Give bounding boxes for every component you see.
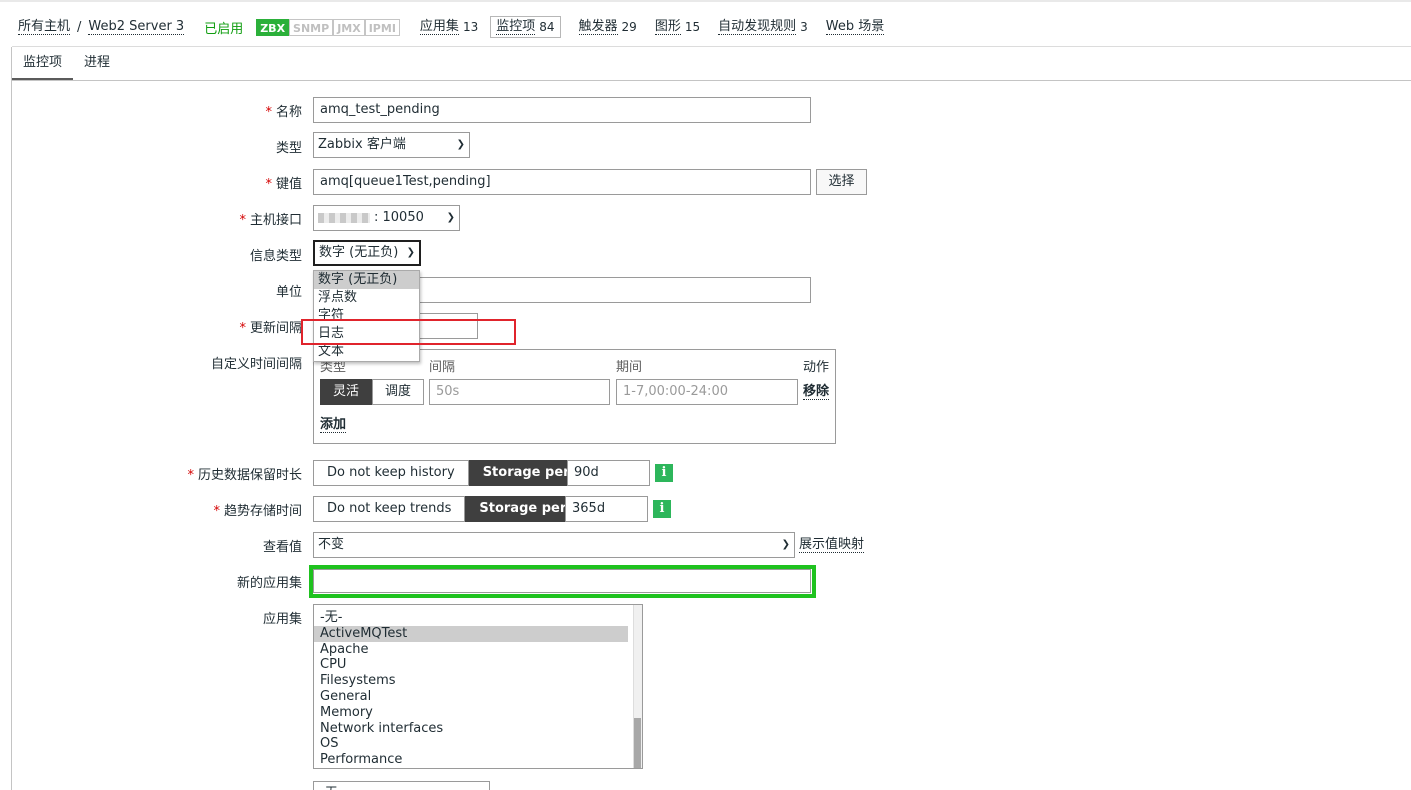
highlight-green-box: [309, 565, 816, 598]
form-tabs: 监控项 进程: [12, 47, 121, 80]
list-item[interactable]: Memory: [314, 705, 628, 721]
tab-discovery-rules[interactable]: 自动发现规则 3: [718, 19, 808, 35]
jmx-badge: JMX: [333, 18, 365, 36]
interface-label: * 主机接口: [239, 213, 302, 228]
option-numeric-unsigned[interactable]: 数字 (无正负): [314, 271, 419, 289]
info-type-dropdown: 数字 (无正负) 浮点数 字符 日志 文本: [313, 270, 420, 362]
breadcrumb-host[interactable]: Web2 Server 3: [88, 19, 185, 35]
list-item[interactable]: ActiveMQTest: [314, 625, 628, 642]
key-select-button[interactable]: 选择: [816, 169, 867, 195]
apps-label: 应用集: [262, 612, 302, 627]
tab-item[interactable]: 监控项: [12, 47, 74, 80]
custom-intervals-table: 类型 间隔 期间 动作 灵活 调度 50s 1-7,00:00-24:00 移除…: [313, 349, 836, 444]
info-type-select[interactable]: 数字 (无正负) ❯: [313, 240, 421, 266]
valuemap-select[interactable]: 不变 ❯: [313, 532, 795, 558]
name-input[interactable]: amq_test_pending: [313, 97, 811, 123]
option-text[interactable]: 文本: [314, 343, 419, 361]
add-interval-button[interactable]: 添加: [320, 417, 347, 433]
host-navigation: 所有主机 / Web2 Server 3 已启用 ZBX SNMP JMX IP…: [18, 15, 902, 39]
subtabs-top-border: [12, 46, 1411, 47]
custom-intervals-label: 自定义时间间隔: [210, 357, 302, 372]
info-type-label: 信息类型: [249, 249, 302, 264]
list-item[interactable]: Apache: [314, 642, 628, 658]
form-top-border: [12, 80, 1411, 81]
availability-badges: ZBX SNMP JMX IPMI: [256, 18, 400, 36]
host-status-enabled[interactable]: 已启用: [204, 18, 243, 37]
custom-interval-input[interactable]: 50s: [429, 379, 610, 405]
tab-web-scenarios[interactable]: Web 场景: [825, 19, 885, 35]
trends-input[interactable]: 365d: [565, 496, 648, 522]
tab-triggers[interactable]: 触发器 29: [578, 19, 637, 35]
host-tabs: 应用集 13 监控项 84 触发器 29 图形 15 自动发现规则 3 Web 场景: [419, 16, 902, 38]
scrollbar-thumb[interactable]: [634, 718, 641, 768]
history-input[interactable]: 90d: [567, 460, 650, 486]
col-period: 期间: [616, 360, 643, 375]
interval-label: * 更新间隔: [239, 321, 302, 336]
apps-listbox[interactable]: -无- ActiveMQTest Apache CPU Filesystems …: [313, 604, 643, 769]
show-valuemap-link[interactable]: 展示值映射: [799, 537, 865, 553]
snmp-badge: SNMP: [289, 18, 334, 36]
trends-mode-toggle: Do not keep trends Storage period: [313, 496, 603, 522]
history-no-keep-button[interactable]: Do not keep history: [313, 460, 469, 486]
custom-period-input[interactable]: 1-7,00:00-24:00: [616, 379, 798, 405]
masked-ip: [318, 213, 370, 223]
list-item[interactable]: CPU: [314, 657, 628, 673]
chevron-down-icon: ❯: [456, 139, 465, 150]
tab-graphs[interactable]: 图形 15: [654, 19, 700, 35]
breadcrumb-separator: /: [77, 19, 82, 35]
remove-interval-button[interactable]: 移除: [803, 384, 830, 400]
highlight-red-box: [301, 319, 516, 345]
tab-preprocessing[interactable]: 进程: [73, 47, 121, 80]
list-item[interactable]: Filesystems: [314, 673, 628, 689]
bottom-partial-select[interactable]: -无-: [313, 781, 490, 790]
option-float[interactable]: 浮点数: [314, 289, 419, 307]
interval-mode-toggle: 灵活 调度: [320, 379, 425, 405]
new-app-label: 新的应用集: [236, 576, 302, 591]
key-input[interactable]: amq[queue1Test,pending]: [313, 169, 811, 195]
type-select[interactable]: Zabbix 客户端 ❯: [313, 132, 470, 158]
key-label: * 键值: [265, 177, 302, 192]
breadcrumb-all-hosts[interactable]: 所有主机: [18, 19, 71, 35]
chevron-down-icon: ❯: [781, 539, 790, 550]
list-item[interactable]: Network interfaces: [314, 721, 628, 737]
col-interval: 间隔: [429, 360, 456, 375]
list-item[interactable]: -无-: [314, 610, 628, 626]
mode-scheduling[interactable]: 调度: [372, 379, 425, 405]
form-left-border: [11, 47, 12, 790]
trends-no-keep-button[interactable]: Do not keep trends: [313, 496, 466, 522]
mode-flexible[interactable]: 灵活: [320, 379, 373, 405]
chevron-down-icon: ❯: [446, 212, 455, 223]
tab-applications[interactable]: 应用集 13: [419, 19, 478, 35]
history-label: * 历史数据保留时长: [187, 468, 302, 483]
valuemap-label: 查看值: [262, 540, 302, 555]
col-action: 动作: [803, 360, 830, 375]
ipmi-badge: IPMI: [364, 18, 400, 36]
interface-select[interactable]: : 10050 ❯: [313, 205, 460, 231]
type-label: 类型: [275, 141, 302, 156]
history-mode-toggle: Do not keep history Storage period: [313, 460, 607, 486]
zbx-badge: ZBX: [256, 18, 290, 36]
top-border: [0, 0, 1411, 2]
chevron-down-icon: ❯: [406, 247, 415, 258]
tab-items[interactable]: 监控项 84: [490, 16, 561, 38]
units-label: 单位: [275, 285, 302, 300]
list-item[interactable]: OS: [314, 736, 628, 752]
info-icon[interactable]: i: [653, 500, 671, 518]
trends-label: * 趋势存储时间: [213, 504, 302, 519]
info-icon[interactable]: i: [655, 464, 673, 482]
list-item[interactable]: General: [314, 689, 628, 705]
name-label: * 名称: [265, 105, 302, 120]
list-item[interactable]: Performance: [314, 752, 628, 768]
